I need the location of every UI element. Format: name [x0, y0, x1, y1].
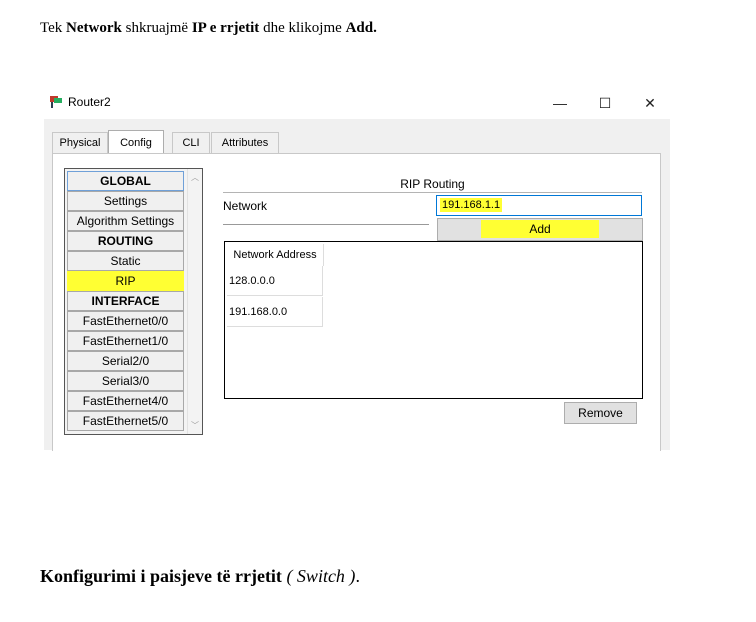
- nav-item-settings[interactable]: Settings: [67, 191, 184, 211]
- nav-item-fastethernet4-0[interactable]: FastEthernet4/0: [67, 391, 184, 411]
- table-header-network-address: Network Address: [227, 244, 324, 266]
- remove-button[interactable]: Remove: [564, 402, 637, 424]
- network-label: Network: [223, 199, 268, 213]
- scroll-up-icon[interactable]: ︿: [191, 172, 199, 183]
- intro-text: Tek Network shkruajmë IP e rrjetit dhe k…: [40, 20, 377, 36]
- network-input[interactable]: 191.168.1.1: [436, 195, 642, 216]
- network-address-table: Network Address 128.0.0.0 191.168.0.0: [224, 241, 643, 399]
- nav-item-fastethernet0-0[interactable]: FastEthernet0/0: [67, 311, 184, 331]
- config-nav-list: GLOBAL Settings Algorithm Settings ROUTI…: [64, 168, 203, 435]
- config-panel: GLOBAL Settings Algorithm Settings ROUTI…: [52, 153, 661, 451]
- nav-item-rip[interactable]: RIP: [67, 271, 184, 291]
- nav-item-fastethernet5-0[interactable]: FastEthernet5/0: [67, 411, 184, 431]
- network-label-divider: [223, 224, 429, 225]
- nav-header-global[interactable]: GLOBAL: [67, 171, 184, 191]
- add-button-label: Add: [481, 220, 599, 238]
- title-bar: Router2 — ☐ ✕: [44, 88, 670, 118]
- nav-header-routing[interactable]: ROUTING: [67, 231, 184, 251]
- nav-scrollbar[interactable]: ︿ ﹀: [187, 169, 202, 434]
- maximize-button[interactable]: ☐: [589, 90, 621, 116]
- tab-config[interactable]: Config: [108, 130, 164, 155]
- router-window: Router2 — ☐ ✕ Physical Config CLI Attrib…: [44, 88, 670, 451]
- tab-attributes[interactable]: Attributes: [211, 132, 279, 154]
- rip-routing-title: RIP Routing: [400, 177, 465, 191]
- nav-item-serial2-0[interactable]: Serial2/0: [67, 351, 184, 371]
- add-button[interactable]: Add: [437, 218, 643, 241]
- tab-physical[interactable]: Physical: [52, 132, 108, 154]
- minimize-button[interactable]: —: [544, 90, 576, 116]
- table-row[interactable]: 191.168.0.0: [227, 297, 323, 327]
- nav-header-interface[interactable]: INTERFACE: [67, 291, 184, 311]
- window-client-area: Physical Config CLI Attributes GLOBAL Se…: [44, 119, 670, 451]
- section-heading: Konfigurimi i paisjeve të rrjetit ( Swit…: [40, 566, 360, 586]
- network-input-value: 191.168.1.1: [440, 198, 503, 212]
- title-divider: [223, 192, 642, 193]
- nav-item-serial3-0[interactable]: Serial3/0: [67, 371, 184, 391]
- nav-item-fastethernet1-0[interactable]: FastEthernet1/0: [67, 331, 184, 351]
- table-row[interactable]: 128.0.0.0: [227, 266, 323, 296]
- nav-item-static[interactable]: Static: [67, 251, 184, 271]
- window-title: Router2: [68, 95, 111, 109]
- router-app-icon: [50, 96, 62, 108]
- tab-cli[interactable]: CLI: [172, 132, 210, 154]
- close-button[interactable]: ✕: [634, 90, 666, 116]
- scroll-down-icon[interactable]: ﹀: [191, 420, 199, 431]
- nav-item-algorithm-settings[interactable]: Algorithm Settings: [67, 211, 184, 231]
